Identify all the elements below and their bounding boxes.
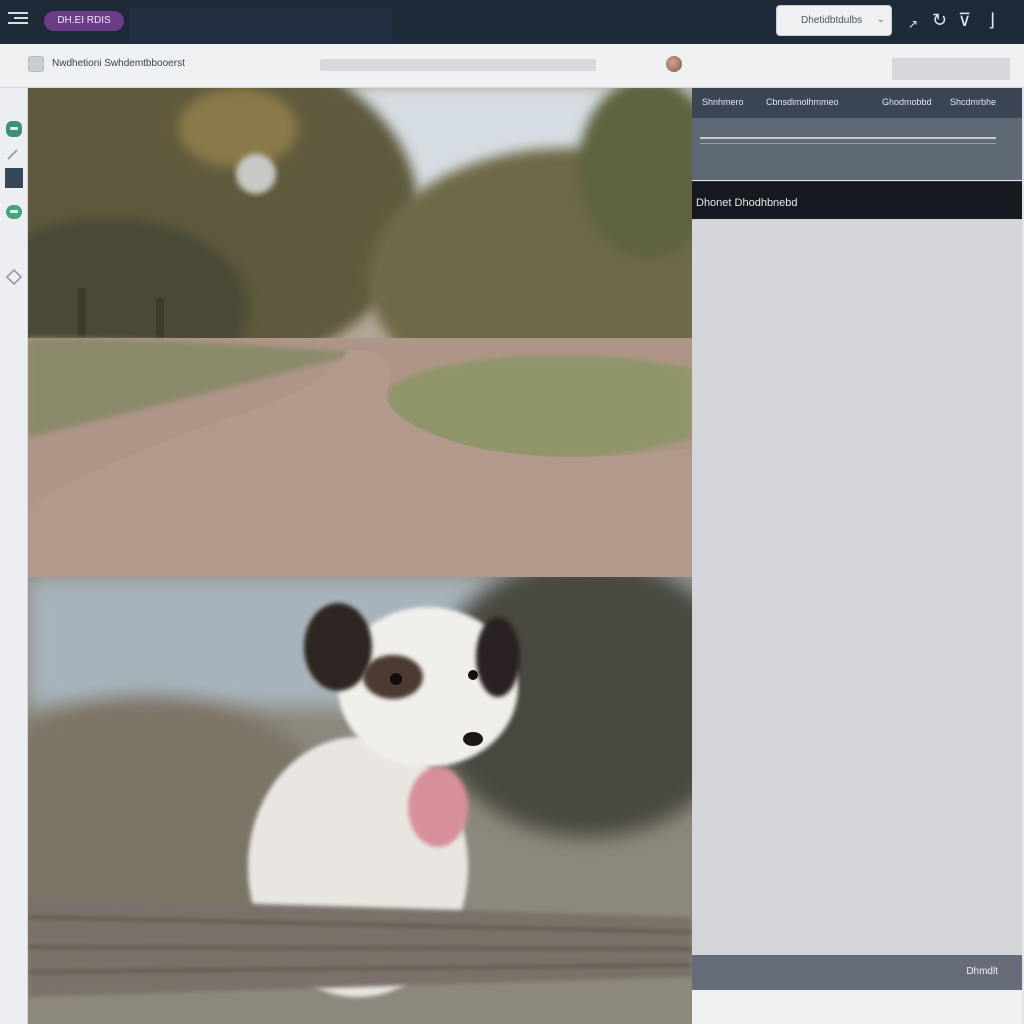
left-rail xyxy=(0,88,28,1024)
top-search-field[interactable] xyxy=(130,8,392,42)
site-favicon-icon xyxy=(28,56,44,72)
panel-base xyxy=(692,990,1022,1024)
puppy-photo xyxy=(28,577,692,1024)
pin-icon[interactable]: ⊽ xyxy=(958,10,971,30)
menu-icon[interactable] xyxy=(8,12,28,26)
url-field[interactable] xyxy=(320,59,596,71)
chat-icon[interactable] xyxy=(5,120,23,138)
footer-button[interactable]: Dhmdlt xyxy=(966,966,998,977)
puppy-photo-illustration xyxy=(28,577,692,1024)
pen-icon[interactable] xyxy=(5,146,23,162)
panel-header: Dhonet Dhodhbnebd xyxy=(692,181,1022,219)
tab-2[interactable]: Cbnsdimolhmmeo xyxy=(766,97,839,107)
message-icon[interactable] xyxy=(5,204,23,220)
divider-line xyxy=(700,143,996,144)
tab-4[interactable]: Shcdmrbhe xyxy=(950,97,996,107)
corner-icon[interactable]: ⌋ xyxy=(988,10,995,30)
top-dropdown-button[interactable]: Dhetidbtdulbs ⌄ xyxy=(776,5,892,36)
top-dropdown-label: Dhetidbtdulbs xyxy=(801,15,863,26)
tab-bar: Shnhmero Cbnsdimolhmmeo Ghodmobbd Shcdmr… xyxy=(692,88,1022,118)
top-bar: DH.EI RDIS Dhetidbtdulbs ⌄ ↗ ↻ ⊽ ⌋ xyxy=(0,0,1024,44)
diamond-icon[interactable] xyxy=(5,268,23,286)
chevron-down-icon: ⌄ xyxy=(876,14,885,25)
panel-footer: Dhmdlt xyxy=(692,955,1022,990)
tab-1[interactable]: Shnhmero xyxy=(702,97,744,107)
right-search-field[interactable] xyxy=(892,58,1010,80)
road-photo xyxy=(28,88,692,577)
road-photo-illustration xyxy=(28,88,692,577)
divider-line xyxy=(700,137,996,139)
toolbar-strip xyxy=(692,118,1022,180)
refresh-icon[interactable]: ↻ xyxy=(932,10,947,30)
panel-body xyxy=(692,219,1022,955)
panel-title: Dhonet Dhodhbnebd xyxy=(696,197,798,209)
tab-3[interactable]: Ghodmobbd xyxy=(882,97,932,107)
address-bar: Nwdhetioni Swhdemtbbooerst xyxy=(0,44,1024,88)
workspace-pill[interactable]: DH.EI RDIS xyxy=(44,11,124,31)
document-icon[interactable] xyxy=(5,168,23,188)
arrow-icon[interactable]: ↗ xyxy=(908,14,918,34)
avatar[interactable] xyxy=(666,56,682,72)
site-title: Nwdhetioni Swhdemtbbooerst xyxy=(52,58,185,69)
